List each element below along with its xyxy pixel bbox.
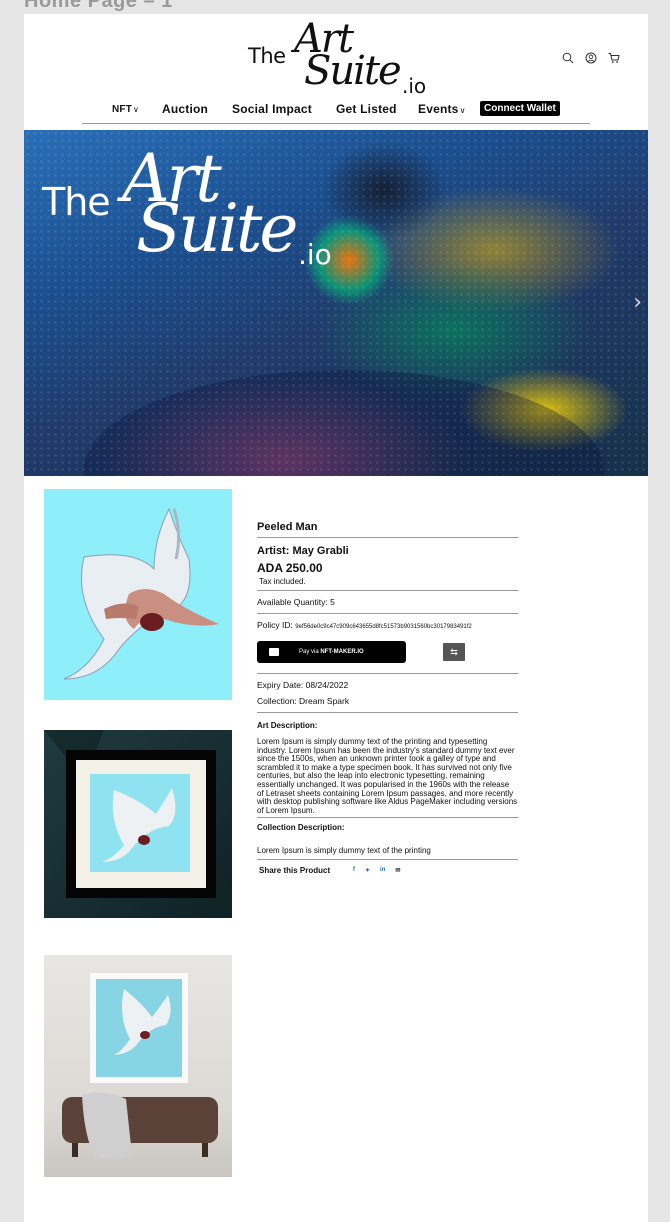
chevron-right-icon[interactable]: › (633, 290, 642, 315)
swap-icon[interactable]: ⇆ (443, 643, 465, 661)
logo-the: The (248, 44, 286, 68)
hero-banner: The Art Suite .io › (24, 130, 648, 476)
policy-id: Policy ID: 9ef56de0c9c47c909c643655d8fc5… (257, 614, 518, 636)
account-icon[interactable] (585, 52, 597, 64)
share-row: Share this Product f ✦ in ✉ (257, 860, 518, 880)
nav-item-nft[interactable]: NFT∨ (112, 104, 139, 115)
hero-logo-suite: Suite (136, 190, 298, 267)
peeled-man-artwork (63, 507, 219, 680)
main-nav: NFT∨ Auction Social Impact Get Listed Ev… (82, 100, 590, 124)
email-icon[interactable]: ✉ (395, 867, 400, 874)
facebook-icon[interactable]: f (353, 867, 355, 874)
product-page: The Art Suite .io NFT∨ Auction Social Im… (24, 14, 648, 1222)
collection-description: Lorem Ipsum is simply dummy text of the … (257, 832, 518, 861)
product-title: Peeled Man (257, 514, 518, 538)
nav-item-events[interactable]: Events∨ (418, 102, 466, 116)
pay-button-label: Pay via NFT-MAKER.IO (299, 649, 364, 655)
product-image-framed[interactable] (44, 730, 232, 918)
product-artist: Artist: May Grabli (257, 545, 349, 557)
framed-artwork (44, 730, 216, 898)
policy-hash: 9ef56de0c9c47c909c643655d8fc51573b903156… (295, 624, 472, 630)
logo-suite: Suite (304, 48, 402, 94)
chevron-down-icon: ∨ (133, 105, 140, 114)
collection-name: Collection: Dream Spark (257, 696, 518, 713)
tax-note: Tax included. (257, 575, 518, 591)
expiry-date: Expiry Date: 08/24/2022 (257, 680, 349, 690)
site-logo[interactable]: The Art Suite .io (248, 16, 428, 98)
chevron-down-icon: ∨ (459, 106, 466, 115)
logo-io: .io (402, 74, 427, 98)
wallet-icon (269, 648, 279, 656)
hero-logo: The Art Suite .io (42, 140, 342, 284)
hero-logo-io: .io (298, 238, 332, 271)
art-description-label: Art Description: (257, 721, 318, 730)
payment-row: Pay via NFT-MAKER.IO ⇆ (257, 636, 518, 674)
room-mockup (62, 973, 218, 1159)
available-quantity: Available Quantity: 5 (257, 591, 518, 614)
product-price: ADA 250.00 (257, 561, 323, 575)
nav-item-social-impact[interactable]: Social Impact (232, 102, 312, 116)
header-icons (562, 52, 620, 64)
nav-label: NFT (112, 104, 133, 115)
cart-icon[interactable] (608, 52, 620, 64)
product-image-main[interactable] (44, 489, 232, 700)
hero-logo-the: The (42, 180, 111, 224)
twitter-icon[interactable]: ✦ (365, 867, 370, 874)
policy-label: Policy ID: (257, 620, 296, 630)
nav-item-auction[interactable]: Auction (162, 102, 208, 116)
art-description: Lorem Ipsum is simply dummy text of the … (257, 730, 518, 819)
search-icon[interactable] (562, 52, 574, 64)
collection-description-label: Collection Description: (257, 823, 345, 833)
linkedin-icon[interactable]: in (380, 867, 385, 874)
nav-label: Events (418, 102, 459, 116)
product-image-room[interactable] (44, 955, 232, 1177)
product-details: Peeled Man Artist: May Grabli ADA 250.00… (257, 514, 518, 880)
frame-caption: Home Page – 1 (24, 0, 173, 12)
nav-item-get-listed[interactable]: Get Listed (336, 102, 397, 116)
connect-wallet-button[interactable]: Connect Wallet (480, 101, 560, 116)
share-icons: f ✦ in ✉ (353, 867, 400, 874)
share-label: Share this Product (259, 866, 331, 876)
pay-via-nftmaker-button[interactable]: Pay via NFT-MAKER.IO (257, 641, 406, 663)
